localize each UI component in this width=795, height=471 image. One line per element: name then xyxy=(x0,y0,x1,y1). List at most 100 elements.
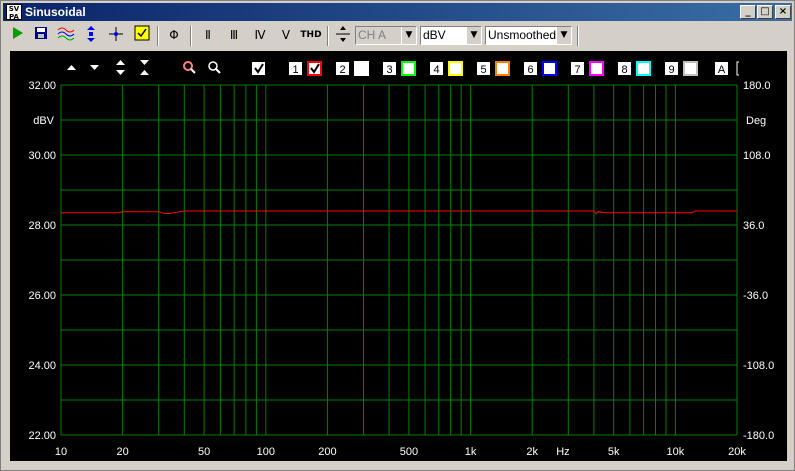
channel-color-checkbox[interactable] xyxy=(354,61,369,76)
channel-number: 9 xyxy=(668,64,674,76)
x-tick-label: 5k xyxy=(608,446,620,458)
channel-number: 8 xyxy=(621,64,627,76)
channel-number: 1 xyxy=(292,64,298,76)
chevron-down-icon: ▼ xyxy=(556,27,571,44)
unit-select-value: dBV xyxy=(423,28,446,42)
channel-color-checkbox[interactable] xyxy=(495,61,510,76)
close-button[interactable]: × xyxy=(775,5,791,19)
plot-controls: 1 2 3 4 5 6 7 8 9 A xyxy=(67,60,739,76)
unit-select[interactable]: dBV ▼ xyxy=(420,26,482,45)
channel-number: 6 xyxy=(527,64,533,76)
x-tick-label: 1k xyxy=(465,446,477,458)
y-tick-label: 24.00 xyxy=(28,360,56,372)
compress-icon[interactable] xyxy=(140,60,149,75)
cursor-3-button[interactable]: Ⅲ xyxy=(223,25,245,45)
channel-color-checkbox[interactable] xyxy=(636,61,651,76)
horizontal-scale-button[interactable] xyxy=(105,25,127,45)
y-axis-label: dBV xyxy=(33,115,54,127)
channel-color-checkbox[interactable] xyxy=(683,61,698,76)
chevron-down-icon: ▼ xyxy=(466,27,481,44)
channel-color-checkbox[interactable] xyxy=(589,61,604,76)
series-layer xyxy=(61,210,737,215)
y-tick-label: 28.00 xyxy=(28,220,56,232)
play-icon xyxy=(13,27,23,39)
scroll-up-icon[interactable] xyxy=(67,65,76,70)
toolbar-separator xyxy=(190,26,192,46)
cursor-5-button[interactable]: Ⅴ xyxy=(275,25,297,45)
split-button[interactable] xyxy=(333,25,353,45)
channel-number: 7 xyxy=(574,64,580,76)
y2-tick-label: 180.0 xyxy=(743,80,771,92)
y2-tick-label: 36.0 xyxy=(743,220,764,232)
channel-select[interactable]: CH A ▼ xyxy=(355,26,417,45)
cursor-2-button[interactable]: Ⅱ xyxy=(197,25,219,45)
cursor-phase-button[interactable]: Φ xyxy=(163,25,185,45)
x-tick-label: 10 xyxy=(55,446,67,458)
x-axis-unit: Hz xyxy=(556,446,569,458)
save-button[interactable] xyxy=(31,25,51,45)
x-tick-label: 200 xyxy=(318,446,336,458)
x-tick-label: 100 xyxy=(257,446,275,458)
series-line-ch1 xyxy=(61,210,737,215)
x-tick-label: 50 xyxy=(198,446,210,458)
waveform-button[interactable] xyxy=(55,25,77,45)
x-tick-label: 20 xyxy=(117,446,129,458)
toolbar: Φ Ⅱ Ⅲ Ⅳ Ⅴ THD CH A ▼ dBV ▼ Unsmoothed ▼ xyxy=(3,23,792,49)
maximize-button[interactable]: □ xyxy=(757,5,773,19)
checklist-icon xyxy=(134,25,150,41)
channel-8-toggle[interactable]: 8 xyxy=(618,61,651,76)
y-tick-label: 22.00 xyxy=(28,430,56,442)
y2-tick-label: -108.0 xyxy=(743,360,774,372)
toolbar-separator xyxy=(157,26,159,46)
chevron-down-icon: ▼ xyxy=(401,27,416,44)
app-icon: SV PA xyxy=(6,4,22,21)
vertical-scale-button[interactable] xyxy=(81,25,101,45)
thd-button[interactable]: THD xyxy=(299,25,323,45)
channel-color-checkbox[interactable] xyxy=(401,61,416,76)
x-tick-label: 500 xyxy=(400,446,418,458)
channel-5-toggle[interactable]: 5 xyxy=(477,61,510,76)
expand-icon[interactable] xyxy=(116,60,125,75)
y2-axis-label: Deg xyxy=(746,115,766,127)
channel-2-toggle[interactable]: 2 xyxy=(336,61,369,76)
y-tick-label: 26.00 xyxy=(28,290,56,302)
split-icon xyxy=(336,26,350,42)
zoom-out-icon[interactable] xyxy=(208,61,221,74)
y2-tick-label: -180.0 xyxy=(743,430,774,442)
channel-9-toggle[interactable]: 9 xyxy=(665,61,698,76)
grid xyxy=(60,84,738,436)
zoom-in-icon[interactable] xyxy=(183,61,196,74)
toolbar-separator xyxy=(327,26,329,46)
run-button[interactable] xyxy=(7,25,27,45)
channel-number: 4 xyxy=(433,64,439,76)
channel-3-toggle[interactable]: 3 xyxy=(383,61,416,76)
window-title: Sinusoidal xyxy=(25,5,86,19)
show-all-checkbox[interactable] xyxy=(252,62,265,75)
y-tick-label: 32.00 xyxy=(28,80,56,92)
channel-number: 2 xyxy=(339,64,345,76)
x-tick-label: 10k xyxy=(666,446,684,458)
vertical-arrows-icon xyxy=(87,26,95,42)
x-tick-label: 20k xyxy=(728,446,746,458)
channel-select-value: CH A xyxy=(358,28,387,42)
channel-number: 3 xyxy=(386,64,392,76)
channel-7-toggle[interactable]: 7 xyxy=(571,61,604,76)
channel-4-toggle[interactable]: 4 xyxy=(430,61,463,76)
title-bar: SV PA Sinusoidal _ □ × xyxy=(3,3,792,21)
y-tick-label: 30.00 xyxy=(28,150,56,162)
y2-tick-label: 108.0 xyxy=(743,150,771,162)
bracket-icon xyxy=(736,61,739,76)
channel-color-checkbox[interactable] xyxy=(542,61,557,76)
toolbar-separator xyxy=(577,26,579,46)
minimize-button[interactable]: _ xyxy=(740,5,756,19)
channel-1-toggle[interactable]: 1 xyxy=(289,61,322,76)
smoothing-select[interactable]: Unsmoothed ▼ xyxy=(485,26,572,45)
channel-6-toggle[interactable]: 6 xyxy=(524,61,557,76)
cursor-4-button[interactable]: Ⅳ xyxy=(249,25,271,45)
save-icon xyxy=(35,27,47,39)
settings-button[interactable] xyxy=(131,25,153,45)
channel-color-checkbox[interactable] xyxy=(448,61,463,76)
axis-labels: 32.00 30.00 28.00 26.00 24.00 22.00 180.0 108.0… xyxy=(28,80,774,458)
scroll-down-icon[interactable] xyxy=(90,65,99,70)
plot-panel: 1 2 3 4 5 6 7 8 9 A 32.00 30.00 28.00 26.00 24.00 22.… xyxy=(10,51,787,461)
